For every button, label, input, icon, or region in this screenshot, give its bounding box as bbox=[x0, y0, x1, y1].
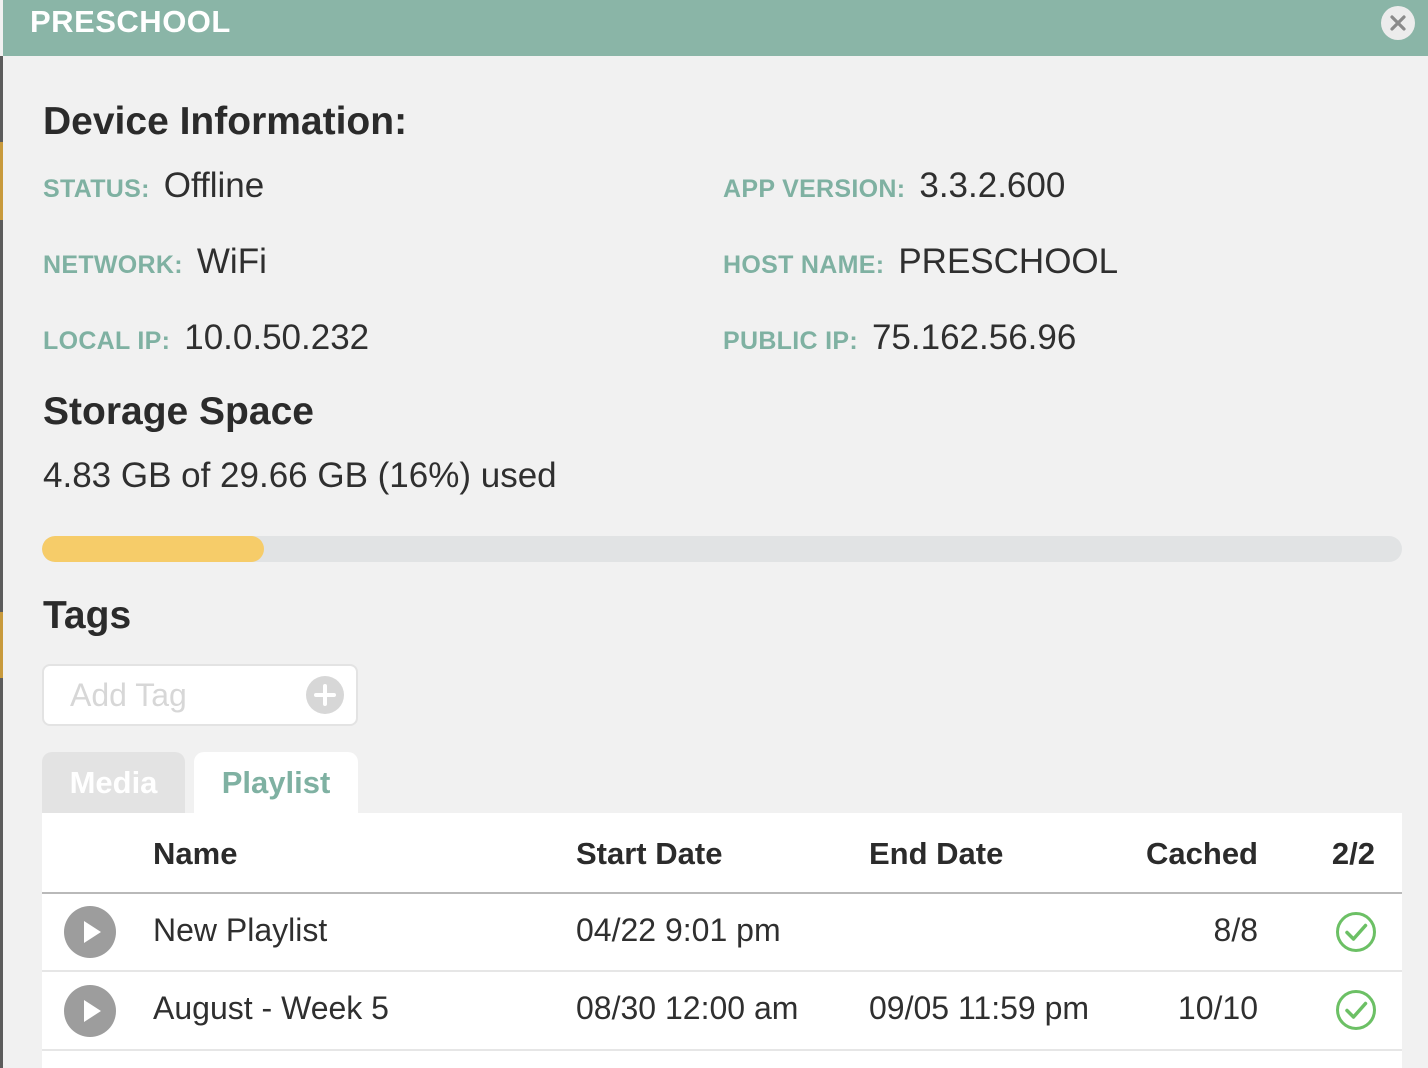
playlist-cached: 8/8 bbox=[1213, 912, 1258, 948]
tab-media[interactable]: Media bbox=[42, 752, 185, 814]
dialog-title: PRESCHOOL bbox=[30, 4, 231, 39]
playlist-name[interactable]: New Playlist bbox=[153, 912, 327, 949]
storage-progress-fill bbox=[42, 536, 264, 562]
play-button[interactable] bbox=[64, 985, 116, 1037]
add-tag-field bbox=[42, 664, 358, 726]
table-header-divider bbox=[42, 892, 1402, 894]
column-header-cached[interactable]: Cached bbox=[1146, 836, 1258, 872]
tab-playlist[interactable]: Playlist bbox=[194, 752, 358, 814]
public-ip-value: 75.162.56.96 bbox=[871, 318, 1077, 357]
network-label: NETWORK: bbox=[43, 251, 183, 279]
app-version-row: APP VERSION: 3.3.2.600 bbox=[723, 166, 1065, 206]
storage-title: Storage Space bbox=[43, 390, 314, 433]
close-button[interactable] bbox=[1381, 6, 1415, 40]
host-name-label: HOST NAME: bbox=[723, 251, 885, 279]
play-icon bbox=[84, 1000, 101, 1022]
add-tag-button[interactable] bbox=[306, 676, 344, 714]
device-info-title: Device Information: bbox=[43, 100, 408, 143]
close-icon bbox=[1390, 15, 1406, 31]
edge-marker bbox=[0, 612, 3, 678]
playlist-start-date: 08/30 12:00 am bbox=[576, 990, 799, 1026]
storage-summary: 4.83 GB of 29.66 GB (16%) used bbox=[43, 456, 557, 495]
playlist-cached: 10/10 bbox=[1177, 990, 1258, 1026]
play-icon bbox=[84, 921, 101, 943]
column-header-name[interactable]: Name bbox=[153, 836, 237, 872]
row-divider bbox=[42, 1049, 1402, 1051]
plus-icon bbox=[314, 684, 336, 706]
host-name-row: HOST NAME: PRESCHOOL bbox=[723, 242, 1118, 282]
app-version-value: 3.3.2.600 bbox=[919, 166, 1066, 205]
playlist-end-date: 09/05 11:59 pm bbox=[869, 990, 1090, 1026]
local-ip-value: 10.0.50.232 bbox=[184, 318, 370, 357]
local-ip-label: LOCAL IP: bbox=[43, 327, 171, 355]
column-header-end-date[interactable]: End Date bbox=[869, 836, 1003, 872]
play-button[interactable] bbox=[64, 906, 116, 958]
row-divider bbox=[42, 970, 1402, 972]
network-row: NETWORK: WiFi bbox=[43, 242, 267, 282]
local-ip-row: LOCAL IP: 10.0.50.232 bbox=[43, 318, 369, 358]
edge-marker bbox=[0, 142, 3, 220]
status-value: Offline bbox=[163, 166, 265, 205]
check-circle-icon bbox=[1336, 912, 1376, 952]
tags-title: Tags bbox=[43, 594, 132, 637]
public-ip-row: PUBLIC IP: 75.162.56.96 bbox=[723, 318, 1076, 358]
app-version-label: APP VERSION: bbox=[723, 175, 906, 203]
playlist-name[interactable]: August - Week 5 bbox=[153, 990, 389, 1027]
dialog-header: PRESCHOOL bbox=[3, 0, 1428, 56]
host-name-value: PRESCHOOL bbox=[898, 242, 1119, 281]
left-window-edge bbox=[0, 56, 3, 1068]
column-header-start-date[interactable]: Start Date bbox=[576, 836, 722, 872]
column-header-count: 2/2 bbox=[1331, 836, 1375, 871]
status-row: STATUS: Offline bbox=[43, 166, 264, 206]
status-label: STATUS: bbox=[43, 175, 150, 203]
playlist-start-date: 04/22 9:01 pm bbox=[576, 912, 781, 948]
add-tag-input[interactable] bbox=[70, 674, 300, 716]
network-value: WiFi bbox=[196, 242, 267, 281]
public-ip-label: PUBLIC IP: bbox=[723, 327, 858, 355]
check-circle-icon bbox=[1336, 990, 1376, 1030]
storage-progress-bar bbox=[42, 536, 1402, 562]
